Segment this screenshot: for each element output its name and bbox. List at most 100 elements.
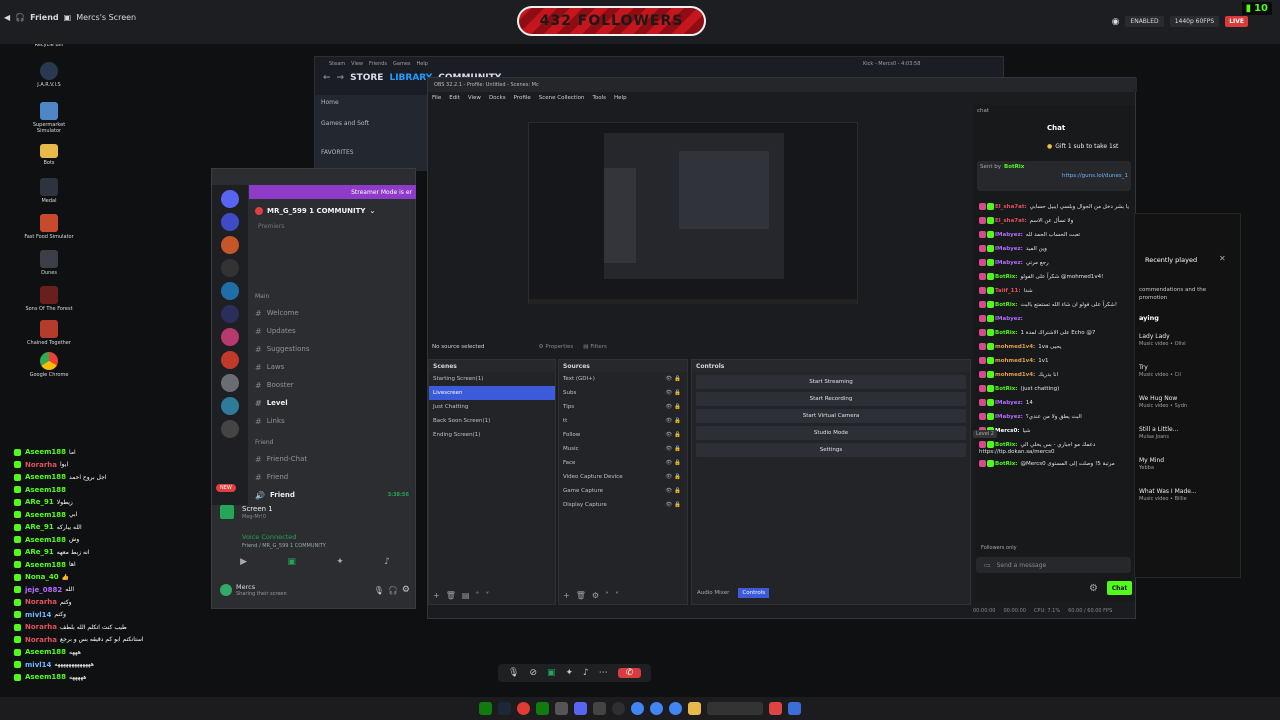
search-icon[interactable]	[707, 702, 763, 715]
more-icon[interactable]: ⋯	[599, 668, 608, 678]
server-icon[interactable]	[221, 236, 239, 254]
add-icon[interactable]: +	[563, 591, 570, 600]
source-item[interactable]: Music 👁 🔒	[559, 442, 687, 456]
visibility-lock-icons[interactable]: 👁 🔒	[665, 460, 681, 466]
add-icon[interactable]: +	[433, 591, 440, 600]
visibility-lock-icons[interactable]: 👁 🔒	[665, 488, 681, 494]
activity-icon[interactable]: ✦	[566, 668, 574, 678]
visibility-lock-icons[interactable]: 👁 🔒	[665, 376, 681, 382]
source-item[interactable]: Tips 👁 🔒	[559, 400, 687, 414]
scene-item[interactable]: Back Soon Screen(1)	[429, 414, 555, 428]
chrome-icon[interactable]	[650, 702, 663, 715]
activity-icon[interactable]: ✦	[336, 557, 344, 567]
desktop-icon[interactable]: Chained Together	[24, 320, 74, 346]
filter-icon[interactable]: ▤	[462, 591, 470, 600]
down-icon[interactable]: ˅	[615, 591, 619, 600]
category-friend[interactable]: Friend	[212, 434, 417, 450]
headset-icon[interactable]: 🎧	[388, 586, 398, 595]
chat-send-button[interactable]: Chat	[1107, 581, 1132, 595]
menu-item[interactable]: Help	[417, 61, 428, 67]
desktop-icon[interactable]: Medal	[24, 178, 74, 204]
soundboard-icon[interactable]: ♪	[384, 557, 390, 567]
visibility-lock-icons[interactable]: 👁 🔒	[665, 404, 681, 410]
tab-controls[interactable]: Controls	[738, 588, 770, 598]
channel-laws[interactable]: # Laws	[212, 358, 417, 376]
channel-booster[interactable]: # Booster	[212, 376, 417, 394]
visibility-lock-icons[interactable]: 👁 🔒	[665, 390, 681, 396]
source-item[interactable]: Game Capture 👁 🔒	[559, 484, 687, 498]
media-icon[interactable]	[593, 702, 606, 715]
scene-item[interactable]: Just Chatting	[429, 400, 555, 414]
desktop-icon[interactable]: Fast Food Simulator	[24, 214, 74, 240]
menu-profile[interactable]: Profile	[514, 95, 531, 101]
visibility-lock-icons[interactable]: 👁 🔒	[665, 502, 681, 508]
sidebar-home[interactable]: Home	[315, 95, 427, 110]
mic-icon[interactable]: 🎙	[374, 586, 384, 595]
visibility-lock-icons[interactable]: 👁 🔒	[665, 474, 681, 480]
channel-friend[interactable]: # Friend	[212, 468, 417, 486]
tab-audio-mixer[interactable]: Audio Mixer	[694, 588, 732, 598]
settings-button[interactable]: Settings	[696, 443, 966, 457]
discord-icon[interactable]	[574, 702, 587, 715]
channel-friend-voice[interactable]: 🔊 Friend 3:38:56	[212, 486, 417, 504]
down-icon[interactable]: ˅	[485, 591, 489, 600]
gear-icon[interactable]: ⚙	[592, 591, 599, 600]
desktop-icon[interactable]: J.A.R.V.I.S	[24, 62, 74, 88]
category-main[interactable]: Main	[212, 288, 417, 304]
trash-icon[interactable]: 🗑	[446, 591, 456, 600]
close-icon[interactable]: ✕	[1219, 254, 1226, 263]
mic-icon[interactable]: 🎙	[508, 668, 519, 678]
sidebar-favorites[interactable]: FAVORITES	[315, 145, 427, 160]
song-item[interactable]: My Mind Yebba	[1135, 454, 1240, 474]
source-item[interactable]: Face 👁 🔒	[559, 456, 687, 470]
xbox-icon[interactable]	[536, 702, 549, 715]
xbox-icon[interactable]	[479, 702, 492, 715]
desktop-icon[interactable]: Sons Of The Forest	[24, 286, 74, 312]
server-icon[interactable]	[221, 213, 239, 231]
channel-links[interactable]: # Links	[212, 412, 417, 430]
menu-docks[interactable]: Docks	[489, 95, 506, 101]
sidebar-games[interactable]: Games and Soft	[315, 116, 427, 131]
app-icon[interactable]	[769, 702, 782, 715]
chat-input[interactable]: ▭ Send a message	[976, 557, 1131, 573]
scene-item[interactable]: Ending Screen(1)	[429, 428, 555, 442]
trash-icon[interactable]: 🗑	[576, 591, 586, 600]
desktop-icon[interactable]: Bots	[24, 144, 74, 166]
visibility-lock-icons[interactable]: 👁 🔒	[665, 432, 681, 438]
up-icon[interactable]: ˄	[475, 591, 479, 600]
source-item[interactable]: Follow 👁 🔒	[559, 428, 687, 442]
source-item[interactable]: Video Capture Device 👁 🔒	[559, 470, 687, 484]
screen-share-card[interactable]: Screen 1 Meg-Mr!0	[220, 505, 410, 523]
source-item[interactable]: Text (GDI+) 👁 🔒	[559, 372, 687, 386]
menu-item[interactable]: Games	[393, 61, 411, 67]
source-item[interactable]: tt 👁 🔒	[559, 414, 687, 428]
desktop-icon[interactable]: Dunes	[24, 250, 74, 276]
screen-share-icon[interactable]: ▣	[547, 668, 556, 678]
up-icon[interactable]: ˄	[605, 591, 609, 600]
properties-button[interactable]: ⚙ Properties	[538, 344, 573, 350]
menu-item[interactable]: Friends	[369, 61, 387, 67]
obs-icon[interactable]	[612, 702, 625, 715]
discord-home-icon[interactable]	[221, 190, 239, 208]
steam-icon[interactable]	[498, 702, 511, 715]
scene-item[interactable]: Starting Screen(1)	[429, 372, 555, 386]
gift-banner[interactable]: ● Gift 1 sub to take 1st	[1047, 143, 1118, 150]
hangup-icon[interactable]: ✆	[617, 668, 642, 678]
gear-icon[interactable]: ⚙	[1089, 583, 1098, 594]
nav-store[interactable]: STORE	[350, 73, 383, 83]
scene-item[interactable]: Livescreen	[429, 386, 555, 400]
menu-help[interactable]: Help	[614, 95, 627, 101]
channel-suggestions[interactable]: # Suggestions	[212, 340, 417, 358]
start-streaming-button[interactable]: Start Streaming	[696, 375, 966, 389]
menu-item[interactable]: View	[351, 61, 363, 67]
obs-preview[interactable]	[528, 122, 858, 304]
channel-level[interactable]: # Level	[212, 394, 417, 412]
desktop-icon[interactable]: Google Chrome	[24, 352, 74, 378]
menu-file[interactable]: File	[432, 95, 441, 101]
source-item[interactable]: Display Capture 👁 🔒	[559, 498, 687, 512]
visibility-lock-icons[interactable]: 👁 🔒	[665, 418, 681, 424]
visibility-lock-icons[interactable]: 👁 🔒	[665, 446, 681, 452]
menu-tools[interactable]: Tools	[592, 95, 606, 101]
menu-scene-collection[interactable]: Scene Collection	[539, 95, 585, 101]
camera-off-icon[interactable]: ⊘	[529, 668, 537, 678]
